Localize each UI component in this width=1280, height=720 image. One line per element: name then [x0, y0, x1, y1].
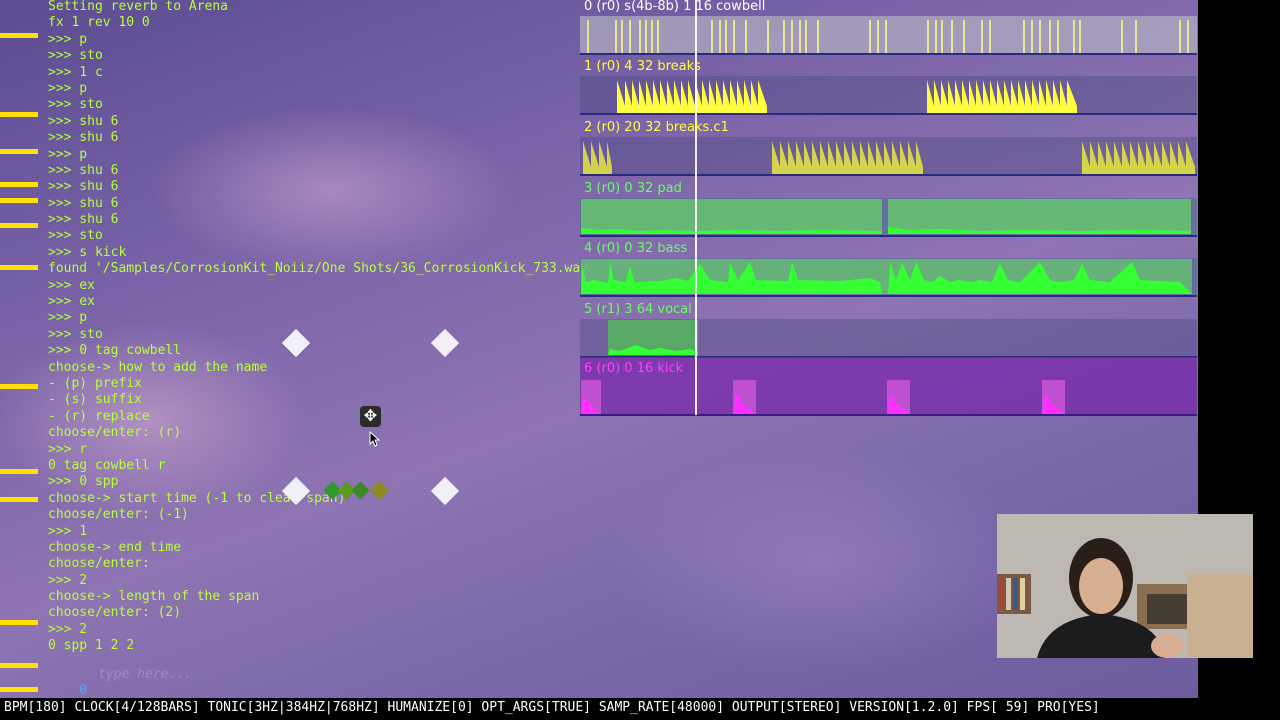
marker — [0, 198, 38, 203]
track-label: 2 (r0) 20 32 breaks.c1 — [584, 120, 729, 135]
console-line: choose/enter: (r) — [48, 425, 182, 441]
track-kick[interactable]: 6 (r0) 0 16 kick — [580, 357, 1197, 417]
marker — [0, 33, 38, 38]
console-line: >>> p — [48, 310, 88, 326]
console-line: - (s) suffix — [48, 392, 142, 408]
line-markers — [0, 0, 40, 698]
track-bass[interactable]: 4 (r0) 0 32 bass — [580, 241, 1197, 302]
console-line: >>> ex — [48, 294, 95, 310]
console-line: >>> ex — [48, 277, 95, 293]
console-line: 0 tag cowbell r — [48, 457, 166, 473]
marker — [0, 112, 38, 117]
track-waveform — [581, 259, 1192, 294]
console-line: Setting reverb to Arena — [48, 0, 229, 14]
mouse-cursor-icon — [369, 431, 381, 447]
console-line: >>> shu 6 — [48, 195, 119, 211]
console-line: >>> shu 6 — [48, 212, 119, 228]
marker — [0, 497, 38, 502]
track-baseline — [580, 113, 1197, 115]
marker — [0, 182, 38, 187]
console-line: >>> sto — [48, 97, 103, 113]
console-line: >>> 2 — [48, 572, 88, 588]
marker — [0, 265, 38, 270]
track-vocal[interactable]: 5 (r1) 3 64 vocal — [580, 302, 1197, 363]
move-icon[interactable]: ✥ — [360, 406, 381, 427]
console-line: choose-> end time — [48, 539, 182, 555]
track-baseline — [580, 414, 1197, 416]
track-baseline — [580, 174, 1197, 176]
marker — [0, 620, 38, 625]
console-line: >>> 2 — [48, 621, 88, 637]
track-label: 4 (r0) 0 32 bass — [584, 241, 688, 256]
track-cowbell[interactable]: 0 (r0) s(4b-8b) 1 16 cowbell — [580, 0, 1197, 60]
console-line: >>> sto — [48, 48, 103, 64]
webcam-feed — [997, 514, 1253, 658]
track-waveform — [617, 80, 1077, 113]
console-line: >>> s kick — [48, 244, 127, 260]
status-bar: BPM[180] CLOCK[4/128BARS] TONIC[3HZ|384H… — [0, 698, 1280, 720]
console-line: >>> p — [48, 80, 88, 96]
marker — [0, 223, 38, 228]
command-input[interactable] — [96, 666, 340, 683]
console-line: - (p) prefix — [48, 375, 142, 391]
console-line: >>> 0 tag cowbell — [48, 343, 182, 359]
command-input-row: 0 — [48, 666, 340, 698]
console-line: >>> shu 6 — [48, 162, 119, 178]
console-line: >>> p — [48, 146, 88, 162]
console-line: choose/enter: (-1) — [48, 507, 189, 523]
track-baseline — [580, 235, 1197, 237]
console-line: - (r) replace — [48, 408, 150, 424]
track-waveform — [608, 320, 698, 355]
track-baseline — [580, 295, 1197, 297]
track-breaks-c1[interactable]: 2 (r0) 20 32 breaks.c1 — [580, 120, 1197, 181]
input-prompt: 0 — [79, 683, 88, 698]
console-line: >>> 1 — [48, 523, 88, 539]
person-image — [997, 514, 1253, 658]
track-waveform — [581, 199, 1191, 234]
track-label: 1 (r0) 4 32 breaks — [584, 59, 701, 74]
console-line: >>> shu 6 — [48, 113, 119, 129]
console-log: Setting reverb to Arena fx 1 rev 10 0 >>… — [48, 0, 648, 655]
console-line: >>> r — [48, 441, 88, 457]
track-label: 5 (r1) 3 64 vocal — [584, 302, 692, 317]
marker — [0, 687, 38, 692]
track-label: 0 (r0) s(4b-8b) 1 16 cowbell — [584, 0, 766, 14]
console-line: >>> sto — [48, 326, 103, 342]
track-baseline — [580, 53, 1197, 55]
track-waveform — [583, 141, 1195, 174]
console-line: >>> shu 6 — [48, 130, 119, 146]
console-line: >>> sto — [48, 228, 103, 244]
console-line: 0 spp 1 2 2 — [48, 638, 135, 654]
track-view: 0 (r0) s(4b-8b) 1 16 cowbell 1 (r0) 4 32… — [580, 0, 1198, 420]
console-line: choose-> length of the span — [48, 589, 260, 605]
track-breaks[interactable]: 1 (r0) 4 32 breaks — [580, 59, 1197, 120]
console-line: choose-> how to add the name — [48, 359, 268, 375]
marker — [0, 469, 38, 474]
track-pad[interactable]: 3 (r0) 0 32 pad — [580, 181, 1197, 242]
console-line: fx 1 rev 10 0 — [48, 15, 150, 31]
marker — [0, 663, 38, 668]
console-line: choose/enter: — [48, 556, 150, 572]
console-line: >>> shu 6 — [48, 179, 119, 195]
console-line: choose/enter: (2) — [48, 605, 182, 621]
console-line: >>> p — [48, 31, 88, 47]
track-waveform — [581, 380, 1065, 414]
track-label: 6 (r0) 0 16 kick — [584, 361, 684, 376]
console-line: found '/Samples/CorrosionKit_Noiiz/One S… — [48, 261, 596, 277]
track-waveform — [587, 20, 1189, 53]
marker — [0, 149, 38, 154]
console-line: >>> 1 c — [48, 64, 103, 80]
marker — [0, 384, 38, 389]
track-label: 3 (r0) 0 32 pad — [584, 181, 682, 196]
